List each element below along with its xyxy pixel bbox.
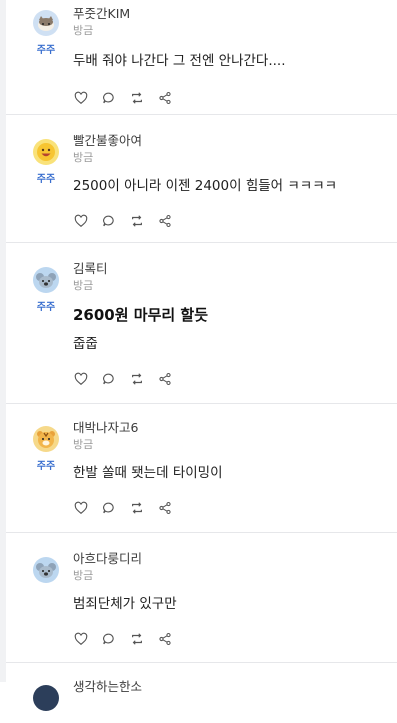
author-nickname[interactable]: 아흐다룽디리 xyxy=(73,551,389,566)
comment-text: 2500이 아니라 이젠 2400이 힘들어 ㅋㅋㅋㅋ xyxy=(73,178,338,194)
repost-icon[interactable] xyxy=(129,213,145,229)
share-icon[interactable] xyxy=(157,500,173,516)
shareholder-badge: 주주 xyxy=(36,461,56,472)
comment-item: 주주 대박나자고6 방금 한발 쏠때 됏는데 타이밍이 xyxy=(6,404,397,533)
comment-item: 생각하는한소 xyxy=(6,663,397,723)
post-time: 방금 xyxy=(73,24,94,37)
author-nickname[interactable]: 대박나자고6 xyxy=(73,420,389,435)
repost-icon[interactable] xyxy=(129,631,145,647)
comment-text: 두배 줘야 나간다 그 전엔 안나간다.... xyxy=(73,53,286,69)
comment-item: 주주 빨간불좋아여 방금 2500이 아니라 이젠 2400이 힘들어 ㅋㅋㅋㅋ xyxy=(6,115,397,243)
author-nickname[interactable]: 푸줏간KIM xyxy=(73,6,389,21)
koala-avatar[interactable] xyxy=(33,557,59,583)
share-icon[interactable] xyxy=(157,213,173,229)
comment-item: 주주 푸줏간KIM 방금 두배 줘야 나간다 그 전엔 안나간다.... xyxy=(6,0,397,115)
comment-text: 한발 쏠때 됏는데 타이밍이 xyxy=(73,465,223,481)
comment-icon[interactable] xyxy=(101,631,117,647)
like-icon[interactable] xyxy=(73,90,89,106)
share-icon[interactable] xyxy=(157,90,173,106)
comment-icon[interactable] xyxy=(101,213,117,229)
repost-icon[interactable] xyxy=(129,500,145,516)
like-icon[interactable] xyxy=(73,631,89,647)
share-icon[interactable] xyxy=(157,631,173,647)
post-time: 방금 xyxy=(73,438,94,451)
comment-icon[interactable] xyxy=(101,90,117,106)
shareholder-badge: 주주 xyxy=(36,302,56,313)
comment-item: 주주 김록티 방금 2600원 마무리 할듯 줍줍 xyxy=(6,243,397,404)
shareholder-badge: 주주 xyxy=(36,174,56,185)
comment-text: 범죄단체가 있구만 xyxy=(73,596,177,612)
like-icon[interactable] xyxy=(73,371,89,387)
shareholder-badge: 주주 xyxy=(36,45,56,56)
dark-avatar[interactable] xyxy=(33,685,59,711)
author-nickname[interactable]: 빨간불좋아여 xyxy=(73,133,389,148)
author-nickname[interactable]: 생각하는한소 xyxy=(73,679,389,694)
comment-title: 2600원 마무리 할듯 xyxy=(73,306,208,324)
tiger-avatar[interactable] xyxy=(33,426,59,452)
post-time: 방금 xyxy=(73,569,94,582)
post-time: 방금 xyxy=(73,279,94,292)
comment-icon[interactable] xyxy=(101,500,117,516)
koala-avatar[interactable] xyxy=(33,267,59,293)
post-time: 방금 xyxy=(73,151,94,164)
smile-avatar[interactable] xyxy=(33,139,59,165)
like-icon[interactable] xyxy=(73,500,89,516)
share-icon[interactable] xyxy=(157,371,173,387)
repost-icon[interactable] xyxy=(129,371,145,387)
repost-icon[interactable] xyxy=(129,90,145,106)
comment-feed: 주주 푸줏간KIM 방금 두배 줘야 나간다 그 전엔 안나간다.... 주주 … xyxy=(6,0,397,723)
comment-item: 아흐다룽디리 방금 범죄단체가 있구만 xyxy=(6,533,397,663)
author-nickname[interactable]: 김록티 xyxy=(73,261,389,276)
cat-avatar[interactable] xyxy=(33,10,59,36)
like-icon[interactable] xyxy=(73,213,89,229)
comment-icon[interactable] xyxy=(101,371,117,387)
comment-text: 줍줍 xyxy=(73,336,98,352)
